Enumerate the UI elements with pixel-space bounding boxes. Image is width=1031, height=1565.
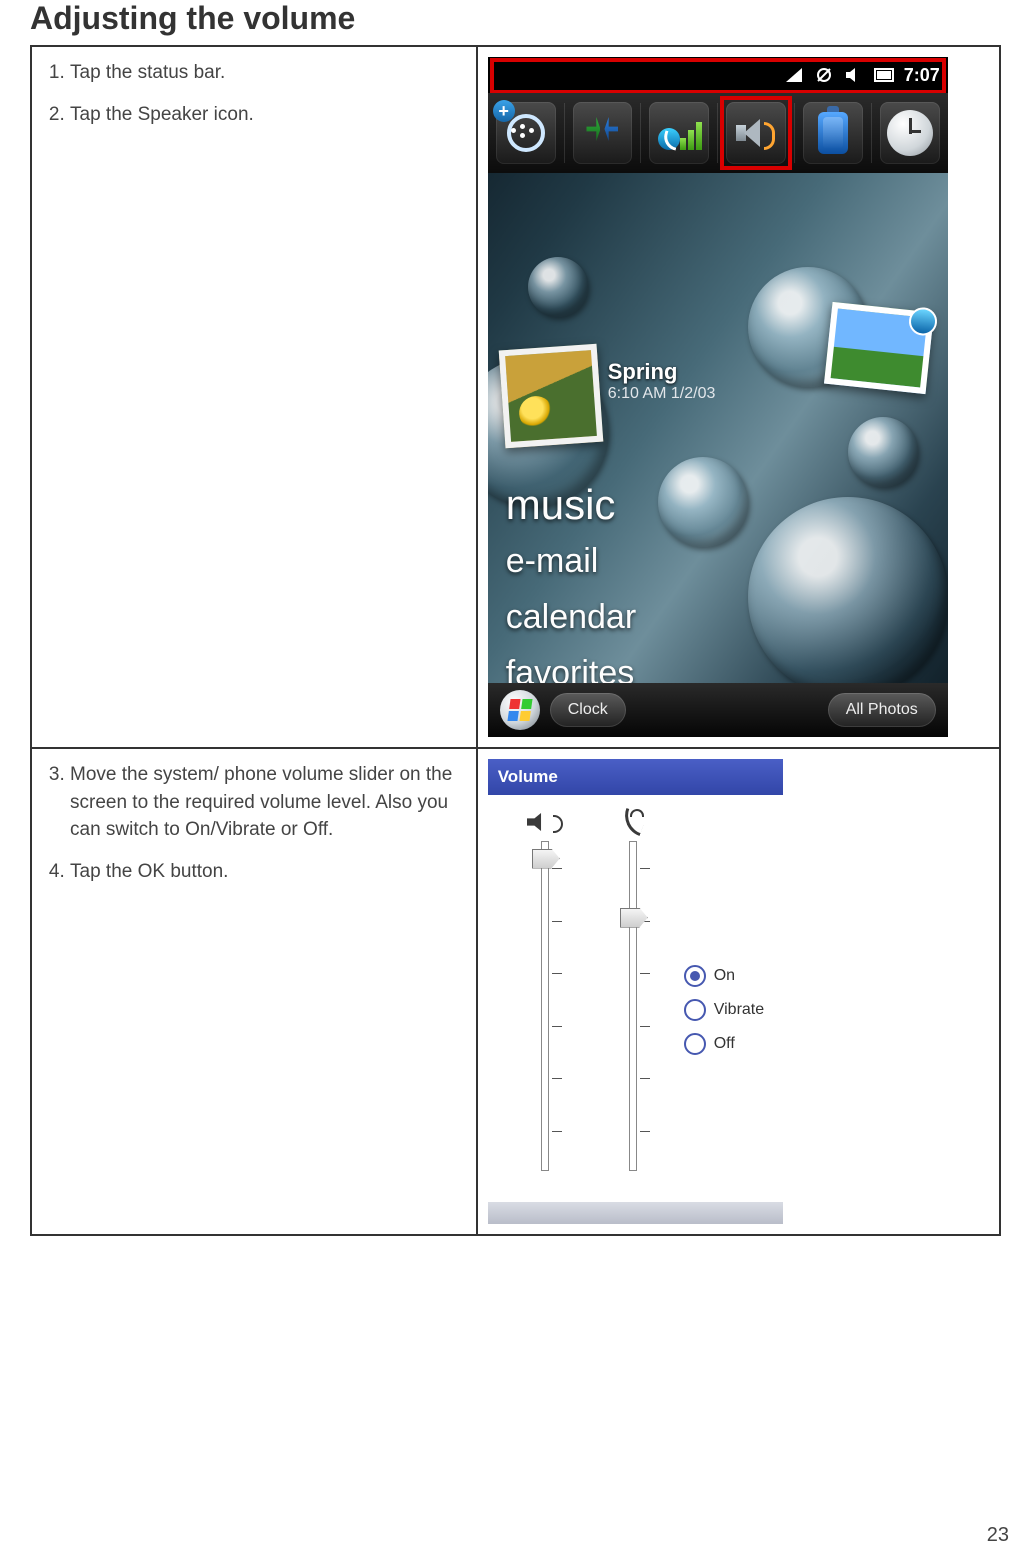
media-title: Spring [608,359,716,385]
radio-dot-vibrate [684,999,706,1021]
quick-toolbar: + [488,93,948,173]
photos-thumbnail[interactable] [824,302,934,394]
highlight-speaker-icon [720,96,792,170]
volume-dialog-header: Volume [488,759,783,795]
clock-icon [887,110,933,156]
system-volume-wave-icon [553,813,563,831]
radio-label-vibrate: Vibrate [714,1001,764,1019]
step-3: Move the system/ phone volume slider on … [70,761,464,844]
radio-label-on: On [714,967,735,985]
instruction-table: Tap the status bar. Tap the Speaker icon… [30,45,1001,1236]
battery-button[interactable] [803,102,863,164]
radio-dot-on [684,965,706,987]
all-photos-softkey[interactable]: All Photos [828,693,936,727]
instructions-cell-2: Move the system/ phone volume slider on … [31,748,477,1235]
clock-softkey[interactable]: Clock [550,693,626,727]
step-2: Tap the Speaker icon. [70,101,464,129]
volume-status-icon [844,65,864,85]
system-volume-column [510,809,580,1171]
screenshot-cell-1: 7:07 + [477,46,1000,748]
volume-mode-radios: On Vibrate Off [684,965,764,1067]
radio-label-off: Off [714,1035,735,1053]
network-icon [784,65,804,85]
page-number: 23 [987,1524,1009,1547]
phone-volume-thumb[interactable] [620,908,648,928]
phone-volume-icon [622,811,644,833]
media-subtitle: 6:10 AM 1/2/03 [608,385,716,403]
radio-vibrate[interactable]: Vibrate [684,999,764,1021]
bottom-bar: Clock All Photos [488,683,948,737]
home-menu: music e-mail calendar favorites [506,477,636,701]
signal-icon [658,116,700,150]
step-list-2: Move the system/ phone volume slider on … [44,761,464,885]
step-4: Tap the OK button. [70,858,464,886]
phone-signal-button[interactable] [649,102,709,164]
volume-dialog-footer [488,1202,783,1224]
step-1: Tap the status bar. [70,59,464,87]
menu-item-music[interactable]: music [506,477,636,533]
phone-volume-slider[interactable] [629,841,637,1171]
speaker-button[interactable] [726,102,786,164]
zoom-button[interactable]: + [496,102,556,164]
media-info: Spring 6:10 AM 1/2/03 [608,359,716,403]
clock-button[interactable] [880,102,940,164]
menu-item-calendar[interactable]: calendar [506,589,636,645]
screenshot-cell-2: Volume [477,748,1000,1235]
sync-status-icon [814,65,834,85]
battery-status-icon [874,65,894,85]
status-bar-time: 7:07 [904,65,940,86]
step-list-1: Tap the status bar. Tap the Speaker icon… [44,59,464,128]
start-button[interactable] [500,690,540,730]
system-volume-icon [527,813,549,831]
radio-on[interactable]: On [684,965,764,987]
radio-dot-off [684,1033,706,1055]
phone-volume-column [598,809,668,1171]
instructions-cell-1: Tap the status bar. Tap the Speaker icon… [31,46,477,748]
status-bar[interactable]: 7:07 [488,57,948,93]
page-title: Adjusting the volume [30,0,1001,37]
radio-off[interactable]: Off [684,1033,764,1055]
sync-icon [586,117,618,149]
windows-icon [507,699,532,721]
album-thumbnail[interactable] [498,344,603,449]
system-volume-thumb[interactable] [532,849,560,869]
battery-icon [818,112,848,154]
volume-dialog-screenshot: Volume [488,759,783,1224]
menu-item-email[interactable]: e-mail [506,533,636,589]
system-volume-slider[interactable] [541,841,549,1171]
sync-button[interactable] [573,102,633,164]
home-screen-screenshot: 7:07 + [488,57,948,737]
magnifier-icon: + [507,114,545,152]
